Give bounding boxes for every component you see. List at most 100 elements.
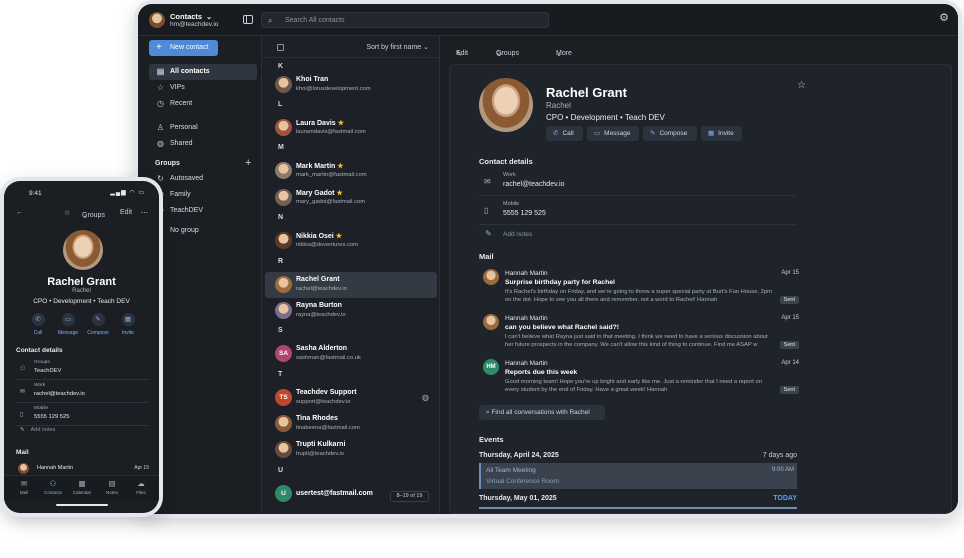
message-button[interactable]: ▭ Message [587, 126, 639, 141]
tab-contacts[interactable]: ⚇ Contacts [41, 479, 65, 495]
sidebar-item-personal[interactable]: ♙ Personal [149, 120, 257, 136]
globe-icon: ◍ [422, 393, 429, 402]
mail-preview: Good morning team! Hope you're up bright… [505, 379, 762, 393]
sidebar-item-all-contacts[interactable]: ▤ All contacts [149, 64, 257, 80]
mail-sender: Hannah Martin [505, 315, 548, 322]
chevron-down-icon: ⌄ [206, 14, 212, 21]
mobile-mobile-field[interactable]: ▯ Mobile 5555 129 525 [16, 404, 149, 426]
mail-item[interactable]: Hannah Martin Apr 15 Surprise birthday par… [483, 269, 799, 311]
account-switcher[interactable]: Contacts ⌄ [170, 12, 212, 21]
home-indicator [56, 504, 108, 506]
contact-row-mary-gadot[interactable]: Mary Gadot ★ mary_gadot@fastmail.com [265, 185, 437, 211]
contact-name: Mark Martin ★ [296, 163, 344, 170]
select-all-checkbox[interactable] [277, 44, 284, 51]
tab-notes[interactable]: ▤ Notes [100, 479, 124, 495]
sidebar-item-autosaved[interactable]: ↻ Autosaved [149, 171, 257, 187]
contact-row-trupti-kulkarni[interactable]: Trupti Kulkarni trupti@teachdev.io [265, 437, 437, 463]
mobile-message-button[interactable]: ▭ Message [53, 313, 83, 339]
pencil-icon: ✎ [485, 229, 492, 238]
message-icon: ▭ [61, 313, 75, 326]
sort-dropdown[interactable]: Sort by first name ⌄ [366, 43, 429, 51]
contacts-icon: ▤ [156, 67, 165, 76]
event-item[interactable]: All Team Meeting Virtual Conference Room 9… [479, 463, 797, 489]
call-button[interactable]: ✆ Call [546, 126, 583, 141]
contact-avatar: TS [275, 389, 292, 406]
mail-item[interactable]: HM Hannah Martin Apr 14 Reports due this we… [483, 359, 799, 401]
contact-row-nikkia-osei[interactable]: Nikkia Osei ★ nikkia@doventures.com [265, 228, 437, 254]
mobile-mail-item[interactable]: Hannah Martin Apr 15 [18, 463, 149, 475]
contact-row-teachdev-support[interactable]: TS Teachdev Support support@teachdev.io ◍ [265, 385, 437, 411]
mobile-contact-photo [63, 230, 103, 270]
mail-preview: I can't believe what Rayna just said in … [505, 334, 768, 348]
mobile-compose-button[interactable]: ✎ Compose [83, 313, 113, 339]
mobile-invite-button[interactable]: ▦ Invite [113, 313, 143, 339]
sender-avatar [18, 463, 29, 474]
search-input[interactable]: ⌕ Search All contacts [261, 12, 549, 28]
mobile-call-button[interactable]: ✆ Call [23, 313, 53, 339]
sender-avatar: HM [483, 359, 499, 375]
letter-header: K [278, 63, 284, 70]
star-outline-icon[interactable]: ☆ [64, 209, 70, 217]
contact-card: Rachel Grant Rachel CPO • Development • … [449, 64, 952, 514]
mail-date: Apr 15 [781, 270, 799, 276]
contact-row-mark-martin[interactable]: Mark Martin ★ mark_martin@fastmail.com [265, 158, 437, 184]
contact-row-rachel-grant[interactable]: Rachel Grant rachel@teachdev.io [265, 272, 437, 298]
mail-date: Apr 15 [781, 315, 799, 321]
event-relative-date: 7 days ago [762, 452, 797, 459]
contact-row-rayna-burton[interactable]: Rayna Burton rayna@teachdev.io [265, 298, 437, 324]
back-arrow-icon[interactable]: ← [16, 209, 23, 216]
sidebar-item-family[interactable]: ⚇ Family [149, 187, 257, 203]
mobile-phone-field[interactable]: ▯ Mobile 5555 129 525 [479, 197, 797, 225]
mobile-edit-button[interactable]: Edit [120, 209, 132, 216]
account-name: Contacts [170, 12, 203, 21]
add-group-icon[interactable]: + [245, 157, 251, 169]
sidebar-item-no-group[interactable]: ♙ No group [149, 223, 257, 239]
detail-toolbar: ✎ Edit ⚇ Groups ⌄ More ⌄ [456, 50, 572, 58]
cloud-icon: ☁ [137, 479, 145, 488]
tab-mail[interactable]: ✉ Mail [12, 479, 36, 495]
letter-header: R [278, 258, 284, 265]
sidebar-item-shared[interactable]: ◍ Shared [149, 136, 257, 152]
contact-row-sasha-alderton[interactable]: SA Sasha Alderton sashman@fastmail.co.uk [265, 341, 437, 367]
mail-item[interactable]: Hannah Martin Apr 15 can you believe what … [483, 314, 799, 356]
mobile-tab-bar: ✉ Mail ⚇ Contacts ▦ Calendar ▤ Notes ☁ Files [4, 475, 159, 501]
contact-avatar [275, 76, 292, 93]
sidebar-item-vips[interactable]: ☆ VIPs [149, 80, 257, 96]
events-heading: Events [479, 435, 504, 444]
tab-files[interactable]: ☁ Files [129, 479, 153, 495]
contact-detail-pane: ✎ Edit ⚇ Groups ⌄ More ⌄ Rachel Grant Ra… [441, 36, 958, 514]
account-avatar[interactable] [149, 12, 165, 28]
contact-avatar: U [275, 485, 292, 502]
account-email: hm@teachdev.io [170, 21, 219, 28]
search-icon: ⌕ [486, 409, 490, 416]
sender-avatar [483, 314, 499, 330]
new-contact-button[interactable]: + New contact [149, 40, 218, 56]
contact-name: usertest@fastmail.com [296, 490, 373, 497]
mobile-work-field[interactable]: ✉ Work rachel@teachdev.io [16, 381, 149, 403]
tab-calendar[interactable]: ▦ Calendar [70, 479, 94, 495]
event-item[interactable] [479, 507, 797, 509]
sidebar-item-recent[interactable]: ◷ Recent [149, 96, 257, 112]
sidebar-item-teachdev[interactable]: ⚇ TeachDEV [149, 203, 257, 219]
contact-name: Rayna Burton [296, 302, 342, 309]
star-outline-icon[interactable]: ☆ [797, 80, 806, 91]
page-indicator: 8–19 of 19 [390, 491, 429, 502]
contact-avatar [275, 232, 292, 249]
contact-row-khoi-tran[interactable]: Khoi Tran khoi@lotusdevelopment.com [265, 72, 437, 98]
work-email-field[interactable]: ✉ Work rachel@teachdev.io [479, 168, 797, 196]
contact-name: Sasha Alderton [296, 345, 348, 352]
mobile-mail-heading: Mail [16, 449, 29, 456]
more-icon[interactable]: ⋯ [141, 209, 148, 217]
mobile-groups-field[interactable]: ⚇ Groups TeachDEV [16, 358, 149, 380]
sidebar-toggle-icon[interactable] [243, 15, 253, 24]
gear-icon[interactable]: ⚙ [939, 13, 949, 24]
contact-name: Khoi Tran [296, 76, 329, 83]
compose-button[interactable]: ✎ Compose [643, 126, 697, 141]
phone-icon: ✆ [553, 130, 559, 137]
add-notes-field[interactable]: ✎ Add notes [479, 225, 797, 245]
find-conversations-button[interactable]: ⌕ Find all conversations with Rachel [479, 405, 605, 420]
mobile-add-notes[interactable]: ✎ Add notes [16, 427, 55, 433]
contact-row-laura-davis[interactable]: Laura Davis ★ lauramdavis@fastmail.com [265, 115, 437, 141]
contact-row-tina-rhodes[interactable]: Tina Rhodes tinabeena@fastmail.com [265, 411, 437, 437]
invite-button[interactable]: ▦ Invite [701, 126, 742, 141]
